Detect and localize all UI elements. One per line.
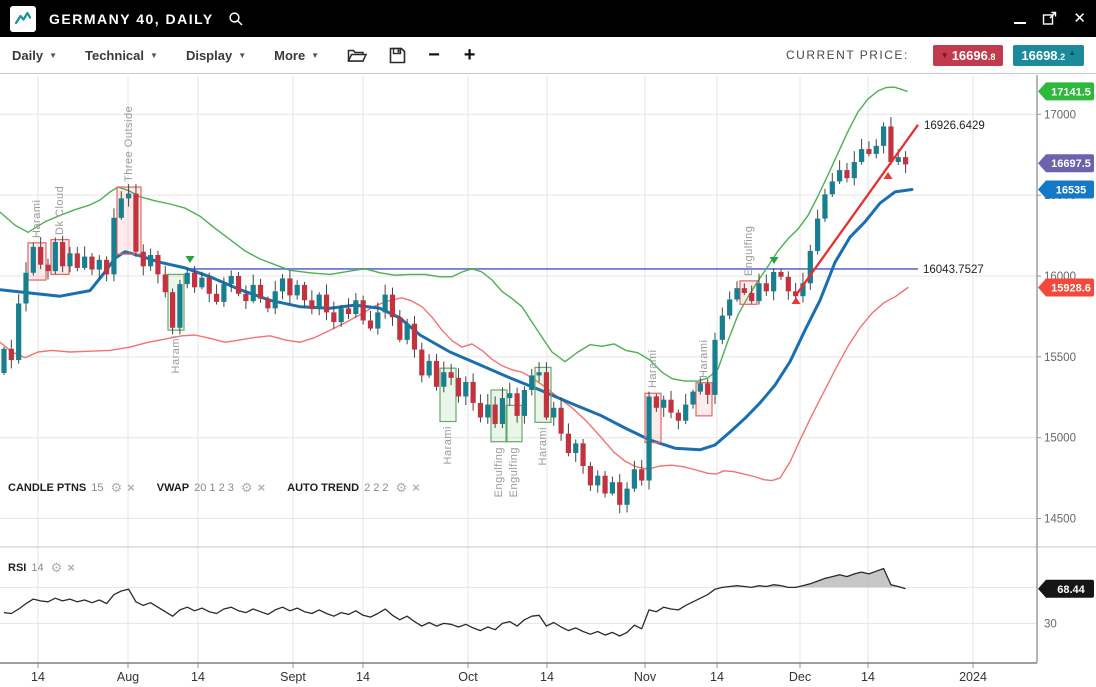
gear-icon[interactable]: ⚙ [110,481,122,494]
trading-app-window: { "window": { "title": "GERMANY 40, DAIL… [0,0,1096,687]
indicator-auto-trend: AUTO TREND 2 2 2 ⚙ × [287,481,420,494]
close-icon[interactable]: × [258,481,266,494]
open-folder-icon[interactable] [347,47,367,63]
pattern-annotation: Engulfing [743,226,755,276]
chevron-down-icon: ▼ [238,51,246,60]
indicator-lines [0,87,918,481]
chevron-down-icon: ▼ [311,51,319,60]
x-axis-label: Dec [789,670,811,684]
chevron-down-icon: ▼ [49,51,57,60]
signal-triangle-down [186,256,195,263]
svg-text:16535: 16535 [1056,184,1087,196]
close-button[interactable]: ✕ [1073,11,1086,26]
x-axis-label: 2024 [959,670,987,684]
pattern-annotation: Harami [442,426,454,464]
gear-icon[interactable]: ⚙ [51,561,63,574]
x-axis-label: Oct [458,670,478,684]
pattern-annotation: Dk Cloud [54,186,66,235]
svg-text:17141.5: 17141.5 [1051,86,1091,98]
display-menu[interactable]: Display ▼ [186,48,246,63]
pattern-annotation: Harami [647,350,659,388]
zoom-out-button[interactable]: − [428,45,440,65]
more-menu[interactable]: More ▼ [274,48,319,63]
pattern-annotation: Engulfing [493,447,505,497]
rsi-indicator-legend: RSI 14 ⚙ × [8,561,97,574]
y-axis-label: 15000 [1044,433,1076,445]
search-icon[interactable] [228,11,244,27]
current-price-label: CURRENT PRICE: [786,48,909,62]
x-axis-label: Nov [634,670,657,684]
timeframe-menu[interactable]: Daily ▼ [12,48,57,63]
x-axis-label: 14 [540,670,554,684]
pattern-annotation: Harami [170,335,182,373]
x-axis-label: Aug [117,670,139,684]
indicator-candle-patterns: CANDLE PTNS 15 ⚙ × [8,481,135,494]
bid-price-badge: ▼ 16696.8 [933,45,1004,66]
rsi-axis-label: 30 [1044,618,1057,630]
zoom-in-button[interactable]: + [464,45,476,65]
signal-triangle-up [792,297,801,304]
gear-icon[interactable]: ⚙ [241,481,253,494]
pattern-annotation: Harami [537,427,549,465]
x-axis-label: 14 [861,670,875,684]
x-axis-label: 14 [356,670,370,684]
pattern-annotation: Three Outside [123,106,135,182]
chart-toolbar: Daily ▼ Technical ▼ Display ▼ More ▼ − +… [0,37,1096,74]
y-axis-label: 14500 [1044,514,1076,526]
save-icon[interactable] [389,47,406,64]
title-bar: GERMANY 40, DAILY ✕ [0,0,1096,37]
chart-canvas[interactable]: 16043.7527 16926.6429 Harami Dk Cloud Three … [0,0,1096,687]
rsi-pane [4,569,906,637]
svg-text:16697.5: 16697.5 [1051,158,1091,170]
technical-menu[interactable]: Technical ▼ [85,48,158,63]
arrow-up-icon: ▲ [1068,48,1076,57]
y-axis-label: 15500 [1044,352,1076,364]
candles [1,117,908,513]
indicator-vwap: VWAP 20 1 2 3 ⚙ × [157,481,265,494]
pattern-annotation: Harami [31,200,43,238]
close-icon[interactable]: × [412,481,420,494]
minimize-button[interactable] [1014,14,1026,24]
x-axis-label: 14 [191,670,205,684]
instrument-title: GERMANY 40, DAILY [49,11,214,27]
close-icon[interactable]: × [67,561,75,574]
rsi-line [4,569,906,637]
ask-price-badge: 16698.2 ▲ [1013,45,1084,66]
svg-text:15928.6: 15928.6 [1051,283,1091,295]
y-axis-label: 17000 [1044,109,1076,121]
pattern-annotation: Engulfing [508,447,520,497]
arrow-down-icon: ▼ [941,51,949,60]
indicator-rsi: RSI 14 ⚙ × [8,561,75,574]
auto-trend-label: 16926.6429 [924,120,985,132]
pattern-annotation: Harami [698,340,710,378]
popout-button[interactable] [1042,11,1057,26]
x-axis-label: 14 [710,670,724,684]
x-axis-label: Sept [280,670,306,684]
gear-icon[interactable]: ⚙ [396,481,408,494]
pattern-box-bearish [28,243,46,280]
svg-text:68.44: 68.44 [1057,584,1085,596]
app-logo-icon [10,6,36,32]
support-line-label: 16043.7527 [923,264,984,276]
close-icon[interactable]: × [127,481,135,494]
chevron-down-icon: ▼ [150,51,158,60]
x-axis-label: 14 [31,670,45,684]
main-indicator-legend: CANDLE PTNS 15 ⚙ × VWAP 20 1 2 3 ⚙ × AUT… [8,481,442,494]
